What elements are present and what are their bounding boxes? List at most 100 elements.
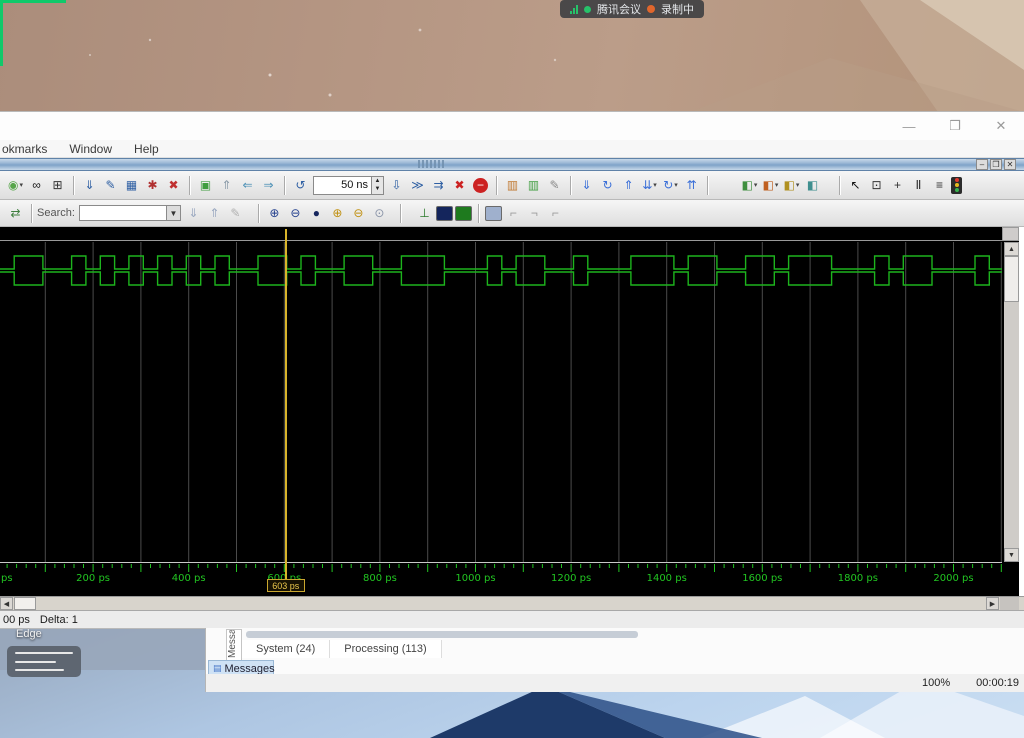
find-prev-icon[interactable]: ⇑	[205, 204, 224, 223]
run-icon[interactable]: ⇩	[387, 176, 406, 195]
online-dot-icon	[584, 6, 591, 13]
scroll-up-icon[interactable]: ▲	[1004, 242, 1019, 256]
memory-view-icon[interactable]: ▦	[122, 176, 141, 195]
waveform-canvas[interactable]	[0, 242, 1002, 562]
navy-box-icon[interactable]	[436, 206, 453, 221]
traffic-light-icon[interactable]	[951, 177, 962, 194]
run-all-icon[interactable]: ⇉	[429, 176, 448, 195]
menu-help[interactable]: Help	[134, 142, 159, 156]
add-to-dataflow-icon[interactable]: ◧	[803, 176, 822, 195]
search-dropdown-icon[interactable]: ▼	[167, 205, 181, 221]
time-cursor-flag[interactable]: 603 ps	[267, 579, 305, 592]
wave-prefs-icon[interactable]: ⇄	[6, 204, 25, 223]
green-box-icon[interactable]	[455, 206, 472, 221]
zoom-in-icon[interactable]: ⊕	[265, 204, 284, 223]
settings-icon[interactable]: ✱	[143, 176, 162, 195]
delete-icon[interactable]: ✖	[164, 176, 183, 195]
zoom-out-icon[interactable]: ⊖	[286, 204, 305, 223]
edge-shortcut-label[interactable]: Edge	[16, 628, 42, 640]
edit-doc-icon[interactable]: ✎	[101, 176, 120, 195]
wallpaper-top-shapes	[0, 0, 1024, 112]
tab-processing[interactable]: Processing (113)	[330, 640, 441, 658]
next-fall-icon[interactable]: ¬	[525, 204, 544, 223]
wave-header-scroll-thumb[interactable]	[1002, 227, 1019, 241]
wave-vertical-scrollbar[interactable]: ▲ ▼	[1004, 242, 1019, 562]
run-continue-icon[interactable]: ≫	[408, 176, 427, 195]
pane-close-button[interactable]: ✕	[1004, 159, 1016, 170]
compare-run-icon[interactable]: ▥	[503, 176, 522, 195]
goto-next-icon[interactable]: ⇊▾	[640, 176, 659, 195]
pane-minimize-button[interactable]: –	[976, 159, 988, 170]
add-to-wave-icon[interactable]: ◧▾	[740, 176, 759, 195]
break-icon[interactable]: ✖	[450, 176, 469, 195]
expand-hierarchy-icon[interactable]: ⊞	[48, 176, 67, 195]
signal-strength-icon	[570, 5, 578, 14]
find-next-icon[interactable]: ⇓	[184, 204, 203, 223]
zoom-mode-icon[interactable]: ⊡	[867, 176, 886, 195]
timeline-ruler[interactable]: ps200 ps400 ps600 ps800 ps1000 ps1200 ps…	[0, 563, 1002, 583]
window-minimize-button[interactable]: —	[886, 112, 932, 140]
window-close-button[interactable]: ✕	[978, 112, 1024, 140]
find-options-icon[interactable]: ✎	[226, 204, 245, 223]
select-mode-icon[interactable]: ↖	[846, 176, 865, 195]
quartus-message-panel: Messa System (24) Processing (113) ▤ Mes…	[205, 628, 1024, 692]
menu-window[interactable]: Window	[69, 142, 112, 156]
copy-icon[interactable]: ▣	[196, 176, 215, 195]
next-rise-icon[interactable]: ⌐	[504, 204, 523, 223]
svg-text:2000 ps: 2000 ps	[933, 573, 973, 583]
messages-scrollbar-thumb[interactable]	[246, 631, 638, 638]
wave-statusbar: 00 ps Delta: 1	[0, 610, 1024, 628]
desktop-list-widget[interactable]	[7, 646, 81, 677]
time-cursor-line[interactable]	[285, 229, 287, 579]
import-icon[interactable]: ⇓	[80, 176, 99, 195]
edge-mode-icon[interactable]: Ⅱ	[909, 176, 928, 195]
zoom-in-cursor-icon[interactable]: ⊕	[328, 204, 347, 223]
vertical-scroll-thumb[interactable]	[1004, 256, 1019, 302]
reuse-arrow-icon[interactable]: ↻	[598, 176, 617, 195]
menubar: okmarks Window Help	[0, 140, 1024, 158]
menu-bookmarks[interactable]: okmarks	[2, 142, 47, 156]
search-input[interactable]	[79, 205, 167, 221]
wave-horizontal-scrollbar[interactable]	[0, 596, 1024, 610]
edge-count-icon[interactable]: ≡	[930, 176, 949, 195]
add-cursor-icon[interactable]: ⊥	[415, 204, 434, 223]
progress-value: 100%	[922, 677, 950, 689]
pane-dragbar[interactable]	[0, 158, 1024, 171]
stop-icon[interactable]: −	[473, 178, 488, 193]
restart-icon[interactable]: ↺	[291, 176, 310, 195]
svg-text:1600 ps: 1600 ps	[742, 573, 782, 583]
zoom-range-icon[interactable]: ⊖	[349, 204, 368, 223]
history-dropdown-icon[interactable]: ◉▾	[6, 176, 25, 195]
goto-prev-icon[interactable]: ⇈	[682, 176, 701, 195]
meeting-status-pill[interactable]: 腾讯会议 录制中	[560, 0, 704, 18]
goto-reuse-icon[interactable]: ↻▾	[661, 176, 680, 195]
zoom-others-icon[interactable]: ⊙	[370, 204, 389, 223]
any-edge-icon[interactable]: ⌐	[546, 204, 565, 223]
svg-text:ps: ps	[1, 573, 13, 583]
add-to-list-icon[interactable]: ◧▾	[761, 176, 780, 195]
annotate-icon[interactable]: ✎	[545, 176, 564, 195]
pan-mode-icon[interactable]: +	[888, 176, 907, 195]
scroll-right-icon[interactable]: ▶	[986, 597, 999, 610]
tab-system[interactable]: System (24)	[242, 640, 330, 658]
wave-panel[interactable]: ps200 ps400 ps600 ps800 ps1000 ps1200 ps…	[0, 227, 1019, 596]
dragbar-handle-icon[interactable]	[418, 160, 444, 168]
svg-text:800 ps: 800 ps	[363, 573, 397, 583]
horizontal-scroll-thumb[interactable]	[14, 597, 36, 610]
run-length-stepper[interactable]: ▲▼	[371, 176, 384, 195]
run-length-value[interactable]: 50 ns	[313, 176, 371, 195]
compare-diff-icon[interactable]: ▥	[524, 176, 543, 195]
move-down-icon[interactable]: ⇓	[577, 176, 596, 195]
find-icon[interactable]: ∞	[27, 176, 46, 195]
scroll-down-icon[interactable]: ▼	[1004, 548, 1019, 562]
window-maximize-button[interactable]: ❒	[932, 112, 978, 140]
pane-dock-button[interactable]: ❒	[990, 159, 1002, 170]
pattern-box-icon[interactable]	[485, 206, 502, 221]
up-level-icon[interactable]: ⇑	[217, 176, 236, 195]
add-to-log-icon[interactable]: ◧▾	[782, 176, 801, 195]
forward-icon[interactable]: ⇒	[259, 176, 278, 195]
scroll-left-icon[interactable]: ◀	[0, 597, 13, 610]
move-up-icon[interactable]: ⇑	[619, 176, 638, 195]
zoom-full-icon[interactable]: ●	[307, 204, 326, 223]
back-icon[interactable]: ⇐	[238, 176, 257, 195]
